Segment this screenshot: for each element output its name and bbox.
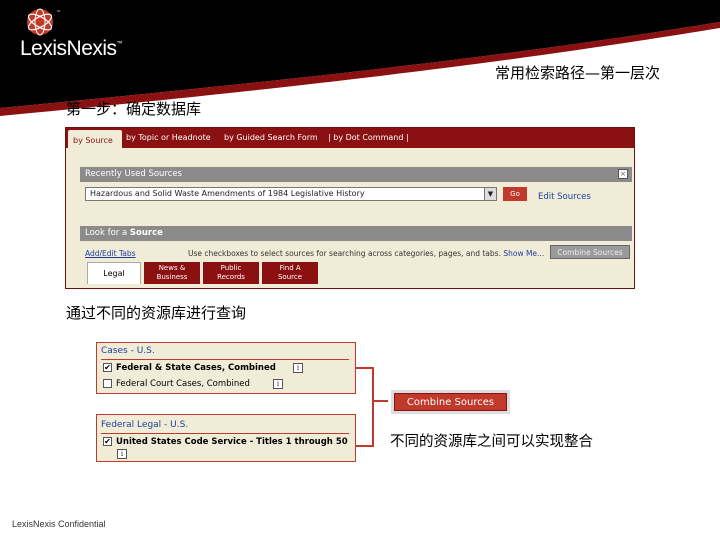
federal-divider xyxy=(101,433,349,434)
recent-source-select[interactable]: Hazardous and Solid Waste Amendments of … xyxy=(85,187,497,201)
look-for-source-header: Look for a Source xyxy=(80,226,632,241)
cases-us-box: Cases - U.S. ✔ Federal & State Cases, Com… xyxy=(96,342,356,394)
tab-dot-command[interactable]: | by Dot Command | xyxy=(328,133,409,142)
search-mode-tabbar: by Source by Topic or Headnote by Guided… xyxy=(66,128,634,150)
selected-source-value: Hazardous and Solid Waste Amendments of … xyxy=(90,189,365,198)
info-icon[interactable]: i xyxy=(273,379,283,389)
source-selection-screenshot: by Source by Topic or Headnote by Guided… xyxy=(65,127,635,289)
federal-box-title: Federal Legal - U.S. xyxy=(101,420,188,430)
federal-title-link[interactable]: Federal Legal xyxy=(101,420,161,430)
cases-divider xyxy=(101,359,349,360)
subtab-news-line2: Business xyxy=(156,273,188,281)
source-row-federal-court-cases: Federal Court Cases, Combined xyxy=(103,379,250,389)
hint-text: Use checkboxes to select sources for sea… xyxy=(188,249,501,258)
look-for-heading-prefix: Look for a xyxy=(85,228,130,238)
lexisnexis-globe-logo-icon xyxy=(27,8,53,36)
cases-title-region[interactable]: U.S. xyxy=(137,346,155,356)
brand-trademark: ™ xyxy=(116,41,123,47)
source-label[interactable]: Federal & State Cases, Combined xyxy=(116,363,276,373)
info-icon[interactable]: i xyxy=(117,449,127,459)
tab-by-topic[interactable]: by Topic or Headnote xyxy=(126,133,211,142)
step-title: 第一步：确定数据库 xyxy=(66,100,202,118)
combine-sources-button-disabled[interactable]: Combine Sources xyxy=(550,245,630,259)
subtab-public-line1: Public xyxy=(220,264,242,272)
tab-guided-search[interactable]: by Guided Search Form xyxy=(224,133,318,142)
logo-trademark: ™ xyxy=(56,10,61,16)
source-row-uscs: ✔ United States Code Service - Titles 1 t… xyxy=(103,437,348,447)
slide-title: 常用检索路径—第一层次 xyxy=(494,64,660,82)
cases-title-link[interactable]: Cases xyxy=(101,346,128,356)
federal-legal-us-box: Federal Legal - U.S. ✔ United States Code… xyxy=(96,414,356,462)
subtab-find-line1: Find A xyxy=(279,264,301,272)
source-row-federal-state-cases: ✔ Federal & State Cases, Combined xyxy=(103,363,276,373)
checkbox-uscs[interactable]: ✔ xyxy=(103,437,112,446)
recent-sources-heading: Recently Used Sources xyxy=(85,169,183,179)
subtab-news-business[interactable]: News & Business xyxy=(144,262,200,284)
go-button[interactable]: Go xyxy=(503,187,527,201)
tab-by-source[interactable]: by Source xyxy=(68,130,122,150)
combine-sources-button[interactable]: Combine Sources xyxy=(394,393,507,411)
checkbox-federal-state-cases[interactable]: ✔ xyxy=(103,363,112,372)
federal-title-region[interactable]: U.S. xyxy=(170,420,188,430)
combine-caption: 不同的资源库之间可以实现整合 xyxy=(390,434,593,450)
close-icon[interactable]: × xyxy=(618,169,628,179)
cases-title-sep: - xyxy=(127,346,137,356)
sub-title: 通过不同的资源库进行查询 xyxy=(66,304,247,322)
bracket-connector-arm xyxy=(374,400,388,402)
subtab-public-line2: Records xyxy=(217,273,245,281)
checkbox-federal-court-cases[interactable] xyxy=(103,379,112,388)
combine-sources-frame: Combine Sources xyxy=(391,390,510,414)
edit-sources-link[interactable]: Edit Sources xyxy=(538,192,591,202)
subtab-news-line1: News & xyxy=(158,264,186,272)
info-icon[interactable]: i xyxy=(293,363,303,373)
subtab-public-records[interactable]: Public Records xyxy=(203,262,259,284)
add-edit-tabs-link[interactable]: Add/Edit Tabs xyxy=(85,249,136,258)
source-label[interactable]: United States Code Service - Titles 1 th… xyxy=(116,437,348,447)
chevron-down-icon[interactable]: ▼ xyxy=(484,188,496,200)
checkbox-hint: Use checkboxes to select sources for sea… xyxy=(188,249,544,258)
federal-title-sep: - xyxy=(161,420,171,430)
brand-text: LexisNexis xyxy=(20,37,117,60)
subtab-legal[interactable]: Legal xyxy=(87,262,141,284)
recent-sources-header: Recently Used Sources × xyxy=(80,167,632,182)
brand-wordmark: LexisNexis™ xyxy=(20,37,123,61)
cases-box-title: Cases - U.S. xyxy=(101,346,155,356)
look-for-heading-bold: Source xyxy=(129,228,163,238)
show-me-link[interactable]: Show Me... xyxy=(503,249,544,258)
bracket-connector xyxy=(356,367,374,447)
footer-confidential: LexisNexis Confidential xyxy=(12,519,106,529)
subtab-find-line2: Source xyxy=(277,273,303,281)
subtab-find-source[interactable]: Find A Source xyxy=(262,262,318,284)
source-label[interactable]: Federal Court Cases, Combined xyxy=(116,379,250,389)
